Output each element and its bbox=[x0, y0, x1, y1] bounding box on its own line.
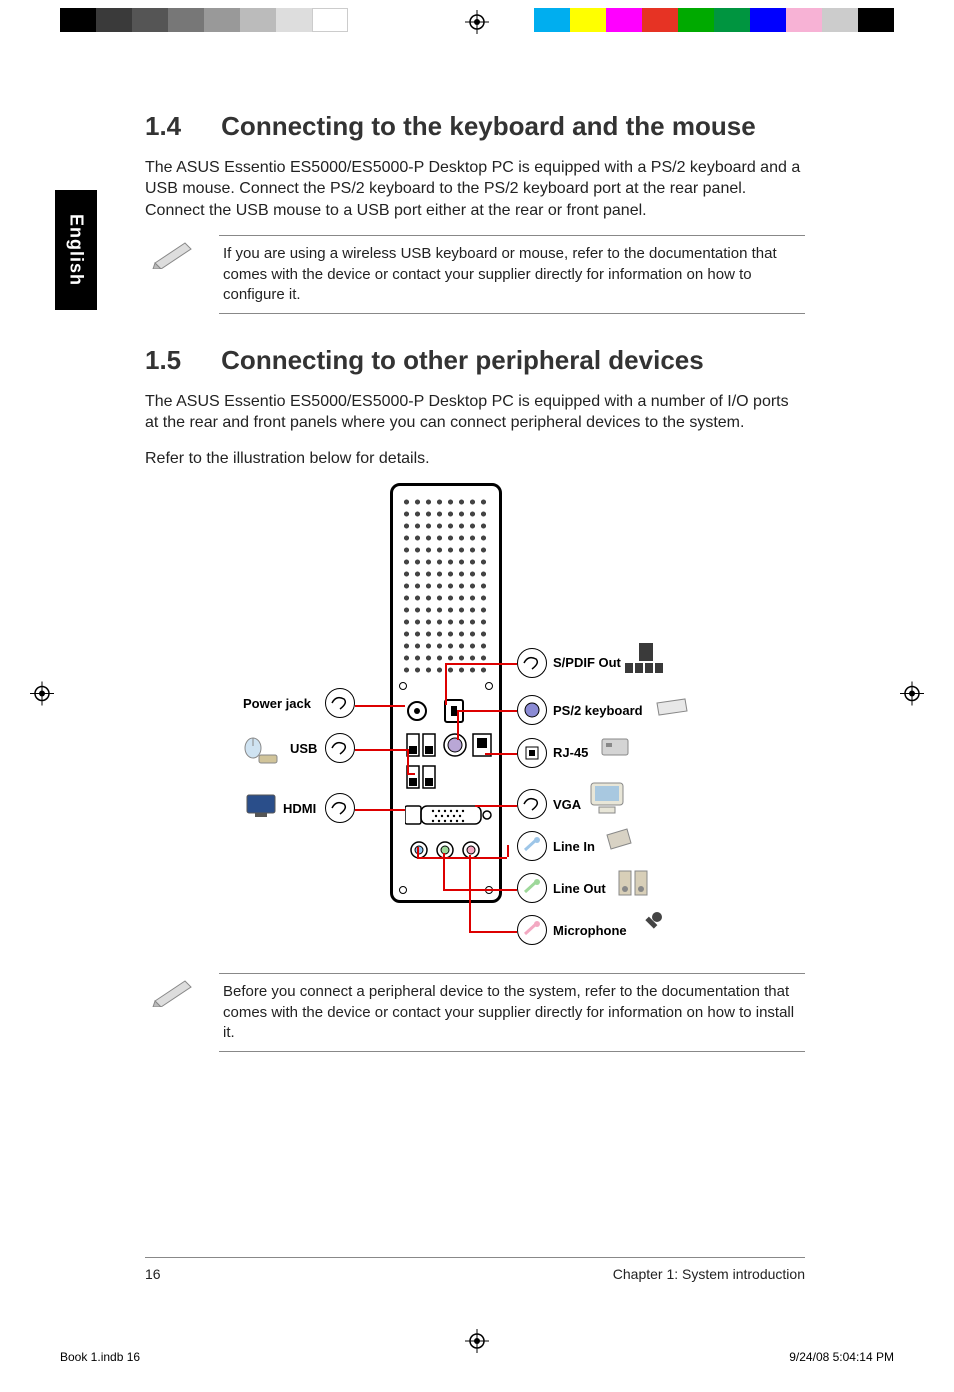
note-pencil-icon bbox=[151, 235, 197, 274]
section-body: Refer to the illustration below for deta… bbox=[145, 448, 805, 470]
print-slug-line: Book 1.indb 16 9/24/08 5:04:14 PM bbox=[60, 1350, 894, 1364]
note-block: If you are using a wireless USB keyboard… bbox=[151, 235, 805, 314]
callout-label-usb: USB bbox=[290, 741, 317, 756]
note-block: Before you connect a peripheral device t… bbox=[151, 973, 805, 1052]
ventilation-grille bbox=[401, 496, 491, 676]
rear-panel-diagram: Power jack USB HDMI S/PDIF Out PS/2 bbox=[145, 483, 805, 953]
modem-icon bbox=[600, 733, 630, 759]
registration-mark-icon bbox=[30, 682, 54, 711]
page-footer: 16 Chapter 1: System introduction bbox=[145, 1257, 805, 1282]
print-timestamp: 9/24/08 5:04:14 PM bbox=[789, 1350, 894, 1364]
section-body: The ASUS Essentio ES5000/ES5000-P Deskto… bbox=[145, 391, 805, 434]
speaker-system-icon bbox=[625, 643, 665, 673]
callout-label-power: Power jack bbox=[243, 696, 311, 711]
print-file: Book 1.indb 16 bbox=[60, 1350, 140, 1364]
callout-label-ps2: PS/2 keyboard bbox=[553, 703, 643, 718]
section-heading-1-4: 1.4 Connecting to the keyboard and the m… bbox=[145, 110, 805, 143]
speakers-icon bbox=[617, 867, 651, 897]
callout-circle bbox=[325, 733, 355, 763]
note-pencil-icon bbox=[151, 973, 197, 1012]
usb-device-icon bbox=[255, 745, 281, 771]
note-text: Before you connect a peripheral device t… bbox=[219, 973, 805, 1052]
callout-label-vga: VGA bbox=[553, 797, 581, 812]
callout-label-hdmi: HDMI bbox=[283, 801, 316, 816]
cassette-player-icon bbox=[605, 827, 633, 853]
language-tab: English bbox=[55, 190, 97, 310]
section-number: 1.4 bbox=[145, 110, 181, 143]
callout-circle bbox=[325, 793, 355, 823]
chapter-label: Chapter 1: System introduction bbox=[613, 1266, 805, 1282]
callout-circle bbox=[325, 688, 355, 718]
callout-label-rj45: RJ-45 bbox=[553, 745, 588, 760]
section-number: 1.5 bbox=[145, 344, 181, 377]
registration-mark-icon bbox=[900, 682, 924, 711]
section-body: The ASUS Essentio ES5000/ES5000-P Deskto… bbox=[145, 157, 805, 222]
callout-circle bbox=[517, 831, 547, 861]
callout-label-spdif: S/PDIF Out bbox=[553, 655, 621, 670]
callout-circle bbox=[517, 695, 547, 725]
callout-circle bbox=[517, 738, 547, 768]
callout-circle bbox=[517, 873, 547, 903]
callout-label-linein: Line In bbox=[553, 839, 595, 854]
section-heading-1-5: 1.5 Connecting to other peripheral devic… bbox=[145, 344, 805, 377]
callout-label-lineout: Line Out bbox=[553, 881, 606, 896]
note-text: If you are using a wireless USB keyboard… bbox=[219, 235, 805, 314]
page-number: 16 bbox=[145, 1266, 161, 1282]
callout-label-mic: Microphone bbox=[553, 923, 627, 938]
callout-circle bbox=[517, 915, 547, 945]
crt-monitor-icon bbox=[587, 781, 627, 815]
section-title: Connecting to the keyboard and the mouse bbox=[221, 110, 805, 143]
callout-circle bbox=[517, 648, 547, 678]
registration-mark-icon bbox=[465, 10, 489, 39]
keyboard-icon bbox=[655, 697, 689, 717]
callout-circle bbox=[517, 789, 547, 819]
usb-row-2 bbox=[405, 764, 487, 790]
microphone-icon bbox=[639, 911, 665, 937]
tv-icon bbox=[245, 793, 277, 819]
usb-ps2-rj45-row bbox=[405, 730, 487, 760]
section-title: Connecting to other peripheral devices bbox=[221, 344, 805, 377]
